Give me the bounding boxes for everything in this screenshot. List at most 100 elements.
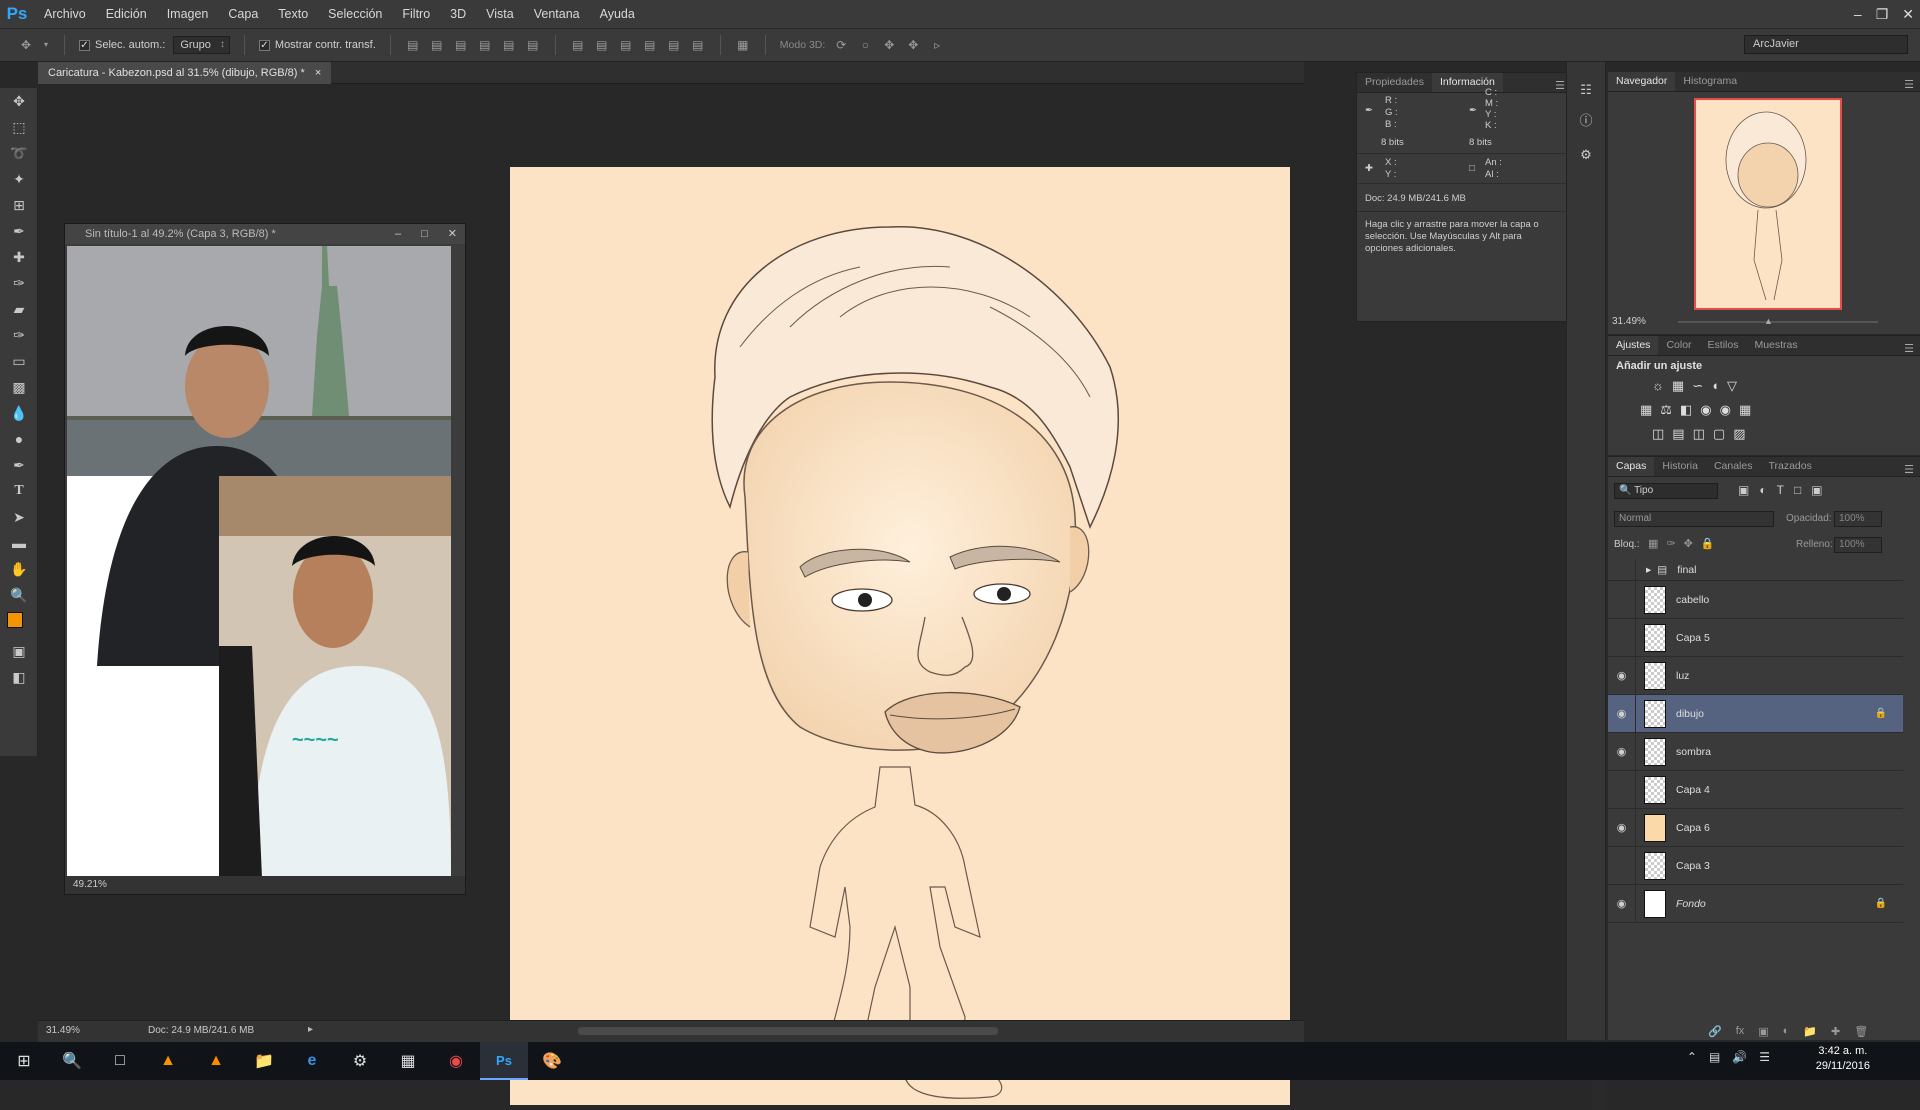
distribute-top-icon[interactable]: ▤ (570, 37, 586, 53)
navigator-zoom-slider[interactable] (1678, 321, 1878, 323)
visibility-toggle[interactable]: ◉ (1608, 558, 1636, 581)
tab-ajustes[interactable]: Ajustes (1608, 336, 1659, 355)
color-balance-icon[interactable]: ⚖ (1660, 402, 1672, 418)
shape-filter-icon[interactable]: □ (1794, 483, 1801, 497)
selective-color-icon[interactable]: ▢ (1713, 426, 1725, 442)
paint-app-icon[interactable]: 🎨 (528, 1042, 576, 1080)
edge-icon[interactable]: e (288, 1042, 336, 1080)
close-icon[interactable]: ✕ (448, 224, 457, 244)
vibrance-icon[interactable]: ▽ (1727, 378, 1737, 394)
visibility-toggle[interactable]: ◉ (1608, 846, 1636, 885)
auto-select-checkbox[interactable]: ✓ Selec. autom.: (79, 39, 165, 51)
layer-row[interactable]: ◉ dibujo 🔒 (1608, 694, 1903, 733)
distribute-hcenter-icon[interactable]: ▤ (666, 37, 682, 53)
start-icon[interactable]: ⊞ (0, 1042, 48, 1080)
visibility-toggle[interactable]: ◉ (1608, 770, 1636, 809)
minimize-icon[interactable]: – (395, 224, 401, 244)
floating-window-zoom[interactable]: 49.21% (73, 879, 107, 890)
brightness-icon[interactable]: ☼ (1652, 378, 1664, 394)
layer-thumbnail[interactable] (1644, 775, 1666, 804)
status-menu-arrow-icon[interactable]: ▸ (308, 1024, 313, 1035)
chrome-icon[interactable]: ◉ (432, 1042, 480, 1080)
tray-chevron-icon[interactable]: ⌃ (1687, 1050, 1697, 1064)
link-layers-icon[interactable]: 🔗 (1708, 1025, 1722, 1038)
color-swatches[interactable] (0, 608, 38, 638)
distribute-vcenter-icon[interactable]: ▤ (594, 37, 610, 53)
avast-icon[interactable]: ▲ (144, 1042, 192, 1080)
brush-tool-icon[interactable]: ✑ (0, 270, 38, 296)
vlc-icon[interactable]: ▲ (192, 1042, 240, 1080)
tab-canales[interactable]: Canales (1706, 457, 1761, 476)
slide-3d-icon[interactable]: ✥ (905, 37, 921, 53)
screen-mode-icon[interactable]: ◧ (0, 664, 38, 690)
auto-select-dropdown[interactable]: Grupo (173, 36, 230, 54)
tab-trazados[interactable]: Trazados (1760, 457, 1819, 476)
blend-mode-dropdown[interactable]: Normal (1614, 511, 1774, 527)
tab-historia[interactable]: Historia (1654, 457, 1706, 476)
fill-field[interactable]: 100% (1834, 537, 1882, 553)
new-group-icon[interactable]: 📁 (1803, 1025, 1817, 1038)
layer-name[interactable]: Capa 3 (1676, 860, 1710, 872)
drag-3d-icon[interactable]: ✥ (881, 37, 897, 53)
tab-capas[interactable]: Capas (1608, 457, 1655, 476)
curves-icon[interactable]: ∽ (1692, 378, 1703, 394)
visibility-toggle[interactable]: ◉ (1608, 694, 1636, 733)
distribute-bottom-icon[interactable]: ▤ (618, 37, 634, 53)
align-left-icon[interactable]: ▤ (477, 37, 493, 53)
align-bottom-icon[interactable]: ▤ (453, 37, 469, 53)
posterize-icon[interactable]: ▤ (1672, 426, 1684, 442)
layer-thumbnail[interactable] (1644, 813, 1666, 842)
threshold-icon[interactable]: ◫ (1693, 426, 1705, 442)
menu-texto[interactable]: Texto (268, 0, 318, 28)
crop-tool-icon[interactable]: ⊞ (0, 192, 38, 218)
zoom-tool-icon[interactable]: 🔍 (0, 582, 38, 608)
path-selection-tool-icon[interactable]: ➤ (0, 504, 38, 530)
eraser-tool-icon[interactable]: ▭ (0, 348, 38, 374)
workspace-dropdown[interactable]: ArcJavier (1744, 35, 1908, 54)
healing-brush-tool-icon[interactable]: ✚ (0, 244, 38, 270)
tab-color[interactable]: Color (1658, 336, 1699, 355)
move-tool-preset-icon[interactable]: ✥ (18, 37, 34, 53)
notifications-icon[interactable]: ☰ (1759, 1050, 1770, 1064)
pen-tool-icon[interactable]: ✒ (0, 452, 38, 478)
task-view-icon[interactable]: □ (96, 1042, 144, 1080)
horizontal-scroll-thumb[interactable] (578, 1027, 998, 1035)
dodge-tool-icon[interactable]: ● (0, 426, 38, 452)
network-icon[interactable]: ▤ (1709, 1050, 1720, 1064)
menu-ventana[interactable]: Ventana (524, 0, 590, 28)
menu-edicion[interactable]: Edición (96, 0, 157, 28)
close-icon[interactable]: ✕ (1902, 6, 1914, 23)
layer-name[interactable]: cabello (1676, 594, 1709, 606)
layer-name[interactable]: Capa 6 (1676, 822, 1710, 834)
layer-thumbnail[interactable] (1644, 699, 1666, 728)
floating-document-window[interactable]: Sin título-1 al 49.2% (Capa 3, RGB/8) * … (64, 223, 466, 895)
lock-pixels-icon[interactable]: ✑ (1666, 537, 1675, 550)
clone-stamp-tool-icon[interactable]: ▰ (0, 296, 38, 322)
panel-menu-icon[interactable]: ☰ (1898, 342, 1920, 355)
menu-seleccion[interactable]: Selección (318, 0, 392, 28)
layer-filter-dropdown[interactable]: 🔍 Tipo (1614, 483, 1718, 499)
adjustment-filter-icon[interactable]: ◐ (1759, 483, 1766, 497)
volume-icon[interactable]: 🔊 (1732, 1050, 1747, 1064)
layer-name[interactable]: Fondo (1676, 898, 1706, 910)
channel-mixer-icon[interactable]: ◉ (1720, 402, 1731, 418)
layer-row[interactable]: ◉ cabello (1608, 580, 1903, 619)
lasso-tool-icon[interactable]: ➰ (0, 140, 38, 166)
visibility-toggle[interactable]: ◉ (1608, 656, 1636, 695)
auto-align-icon[interactable]: ▦ (735, 37, 751, 53)
panel-menu-icon[interactable]: ☰ (1898, 463, 1920, 476)
tool-presets-icon[interactable]: ⚙ (1576, 147, 1596, 163)
layer-thumbnail[interactable] (1644, 585, 1666, 614)
marquee-tool-icon[interactable]: ⬚ (0, 114, 38, 140)
adjustment-layer-icon[interactable]: ◐ (1783, 1025, 1790, 1038)
eyedropper-tool-icon[interactable]: ✒ (0, 218, 38, 244)
align-right-icon[interactable]: ▤ (525, 37, 541, 53)
menu-ayuda[interactable]: Ayuda (590, 0, 645, 28)
layer-name[interactable]: Capa 5 (1676, 632, 1710, 644)
layer-thumbnail[interactable] (1644, 889, 1666, 918)
layer-name[interactable]: dibujo (1676, 708, 1704, 720)
file-explorer-icon[interactable]: 📁 (240, 1042, 288, 1080)
pixel-filter-icon[interactable]: ▣ (1738, 483, 1749, 497)
tab-histograma[interactable]: Histograma (1675, 72, 1745, 91)
layer-thumbnail[interactable] (1644, 737, 1666, 766)
